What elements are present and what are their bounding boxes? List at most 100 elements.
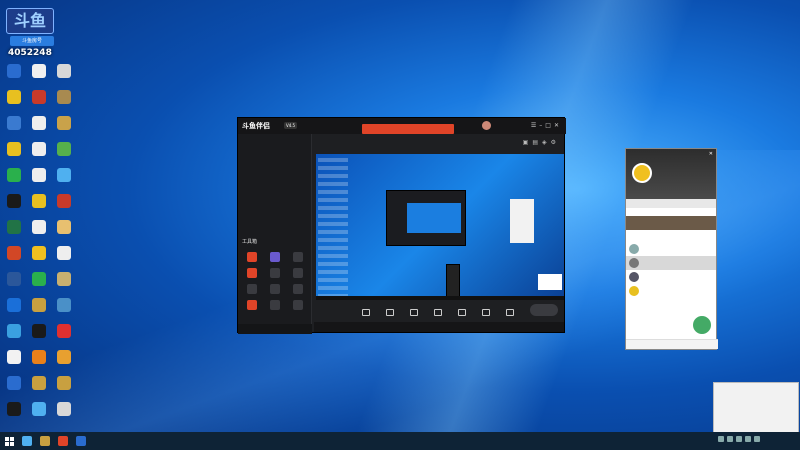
taskbar-app-game[interactable]	[40, 436, 50, 446]
desktop-icon[interactable]	[52, 272, 76, 287]
toolbar-button[interactable]	[478, 309, 494, 317]
desktop-icon[interactable]	[27, 350, 51, 365]
desktop-icon[interactable]	[27, 272, 51, 287]
list-item[interactable]	[626, 242, 716, 256]
desktop-icon[interactable]	[27, 142, 51, 157]
desktop-icon[interactable]	[2, 142, 26, 157]
desktop-icon[interactable]	[52, 376, 76, 391]
toolbar-button[interactable]	[454, 309, 470, 317]
desktop-icon[interactable]	[27, 220, 51, 235]
notification-toast[interactable]	[713, 382, 799, 434]
tray-icon[interactable]	[736, 436, 742, 442]
tray-icon[interactable]	[754, 436, 760, 442]
maximize-icon[interactable]: □	[545, 122, 554, 129]
avatar[interactable]	[692, 315, 712, 335]
desktop-icon[interactable]	[2, 168, 26, 183]
sidebar-item-2[interactable]	[238, 144, 311, 148]
toolbar-button[interactable]	[382, 309, 398, 317]
desktop-icon[interactable]	[2, 116, 26, 131]
desktop-icon[interactable]	[2, 402, 26, 417]
tool-item[interactable]	[287, 252, 310, 263]
desktop-icon[interactable]	[2, 350, 26, 365]
tool-item[interactable]	[240, 252, 263, 263]
toolbar-button[interactable]	[502, 309, 518, 317]
close-icon[interactable]: ✕	[709, 151, 713, 157]
desktop-icon[interactable]	[2, 220, 26, 235]
start-live-button[interactable]	[530, 304, 558, 316]
desktop-icon[interactable]	[27, 402, 51, 417]
desktop-icon[interactable]	[27, 324, 51, 339]
tool-item[interactable]	[240, 300, 263, 311]
tool-item[interactable]	[287, 284, 310, 295]
desktop-icon[interactable]	[52, 168, 76, 183]
desktop-icon[interactable]	[52, 220, 76, 235]
tray-icon[interactable]	[727, 436, 733, 442]
desktop-icon[interactable]	[2, 246, 26, 261]
toolbar-button[interactable]	[406, 309, 422, 317]
taskbar-app-edge[interactable]	[22, 436, 32, 446]
close-icon[interactable]: ✕	[554, 122, 562, 129]
header-icons[interactable]: ▣▤◈⚙	[523, 139, 560, 146]
tool-item[interactable]	[263, 252, 286, 263]
tool-item[interactable]	[240, 284, 263, 295]
desktop-icon[interactable]	[2, 376, 26, 391]
qq-footer[interactable]	[626, 339, 718, 349]
taskbar-app-qq[interactable]	[76, 436, 86, 446]
desktop-icon[interactable]	[52, 64, 76, 79]
desktop-icon[interactable]	[2, 324, 26, 339]
camera-icon[interactable]: ▣	[523, 139, 533, 146]
tool-item[interactable]	[263, 284, 286, 295]
system-tray[interactable]	[718, 436, 760, 442]
desktop-icon[interactable]	[52, 194, 76, 209]
tray-icon[interactable]	[718, 436, 724, 442]
desktop-icon[interactable]	[52, 298, 76, 313]
app-title-bar[interactable]: 斗鱼伴侣 V4.5 ☰–□✕	[238, 118, 566, 134]
desktop-icon[interactable]	[27, 116, 51, 131]
stream-header: ▣▤◈⚙	[314, 134, 564, 152]
window-controls[interactable]: ☰–□✕	[531, 122, 562, 129]
desktop-icon[interactable]	[52, 402, 76, 417]
qq-banner[interactable]	[626, 216, 716, 230]
desktop-icon[interactable]	[2, 272, 26, 287]
list-item[interactable]	[626, 256, 716, 270]
desktop-icon[interactable]	[2, 298, 26, 313]
desktop-icon[interactable]	[52, 90, 76, 105]
desktop-icon[interactable]	[52, 246, 76, 261]
tray-icon[interactable]	[745, 436, 751, 442]
toolbar-button[interactable]	[358, 309, 374, 317]
desktop-icon[interactable]	[2, 64, 26, 79]
qq-panel[interactable]: ✕	[625, 148, 718, 350]
share-icon[interactable]: ◈	[542, 139, 551, 146]
tool-item[interactable]	[263, 268, 286, 279]
desktop-icon[interactable]	[27, 298, 51, 313]
desktop-icon[interactable]	[52, 116, 76, 131]
desktop-icon[interactable]	[52, 142, 76, 157]
toolbar-button[interactable]	[430, 309, 446, 317]
stream-preview[interactable]	[316, 154, 564, 300]
notice-banner[interactable]	[362, 124, 454, 134]
screen-icon[interactable]: ▤	[532, 139, 542, 146]
streaming-app-window[interactable]: 斗鱼伴侣 V4.5 ☰–□✕ 工具箱 ▣▤◈⚙	[237, 117, 566, 334]
desktop-icon[interactable]	[27, 194, 51, 209]
list-item[interactable]	[626, 284, 716, 298]
avatar[interactable]	[482, 121, 491, 130]
desktop-icon[interactable]	[2, 194, 26, 209]
desktop-icon[interactable]	[52, 324, 76, 339]
search-input[interactable]	[626, 199, 716, 208]
desktop-icon[interactable]	[27, 376, 51, 391]
desktop-icon[interactable]	[27, 64, 51, 79]
tool-item[interactable]	[287, 268, 310, 279]
tool-item[interactable]	[240, 268, 263, 279]
taskbar-app-stream[interactable]	[58, 436, 68, 446]
list-item[interactable]	[626, 270, 716, 284]
tool-item[interactable]	[263, 300, 286, 311]
desktop-icon[interactable]	[27, 168, 51, 183]
desktop-icon[interactable]	[27, 246, 51, 261]
avatar[interactable]	[632, 163, 652, 183]
settings-icon[interactable]: ⚙	[551, 139, 560, 146]
desktop-icon[interactable]	[27, 90, 51, 105]
start-button[interactable]	[0, 432, 18, 450]
tool-item[interactable]	[287, 300, 310, 311]
desktop-icon[interactable]	[52, 350, 76, 365]
desktop-icon[interactable]	[2, 90, 26, 105]
